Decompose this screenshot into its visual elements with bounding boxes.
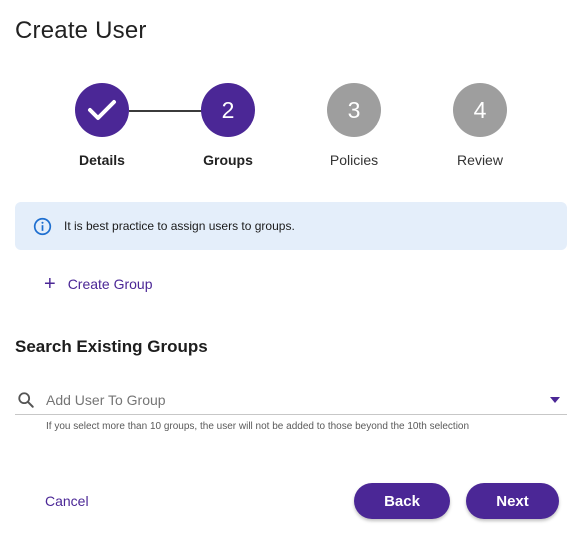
plus-icon: +	[44, 273, 56, 295]
step-review[interactable]: 4 Review	[420, 83, 540, 168]
next-button[interactable]: Next	[466, 483, 559, 519]
stepper: Details 2 Groups 3 Policies 4 Review	[0, 83, 580, 173]
add-user-to-group-input[interactable]	[46, 392, 550, 408]
checkmark-icon	[88, 100, 116, 120]
step-review-label: Review	[457, 152, 503, 168]
step-groups-circle: 2	[201, 83, 255, 137]
step-review-circle: 4	[453, 83, 507, 137]
step-groups-label: Groups	[203, 152, 253, 168]
helper-text: If you select more than 10 groups, the u…	[46, 421, 470, 432]
create-group-label: Create Group	[67, 276, 153, 292]
back-button[interactable]: Back	[354, 483, 450, 519]
step-details-label: Details	[79, 152, 125, 168]
info-text: It is best practice to assign users to g…	[64, 219, 295, 233]
group-search-field[interactable]	[15, 386, 567, 415]
cancel-button[interactable]: Cancel	[45, 493, 89, 509]
chevron-down-icon[interactable]	[550, 397, 560, 403]
step-policies-circle: 3	[327, 83, 381, 137]
search-section-title: Search Existing Groups	[15, 337, 208, 356]
info-icon	[33, 217, 52, 235]
step-groups[interactable]: 2 Groups	[168, 83, 288, 168]
search-icon	[18, 392, 34, 408]
step-details[interactable]: Details	[42, 83, 162, 168]
step-policies-label: Policies	[329, 152, 379, 168]
page-title: Create User	[15, 17, 147, 44]
create-group-button[interactable]: + Create Group	[44, 274, 153, 294]
step-details-circle	[75, 83, 129, 137]
info-banner: It is best practice to assign users to g…	[15, 202, 567, 250]
step-policies[interactable]: 3 Policies	[294, 83, 414, 168]
